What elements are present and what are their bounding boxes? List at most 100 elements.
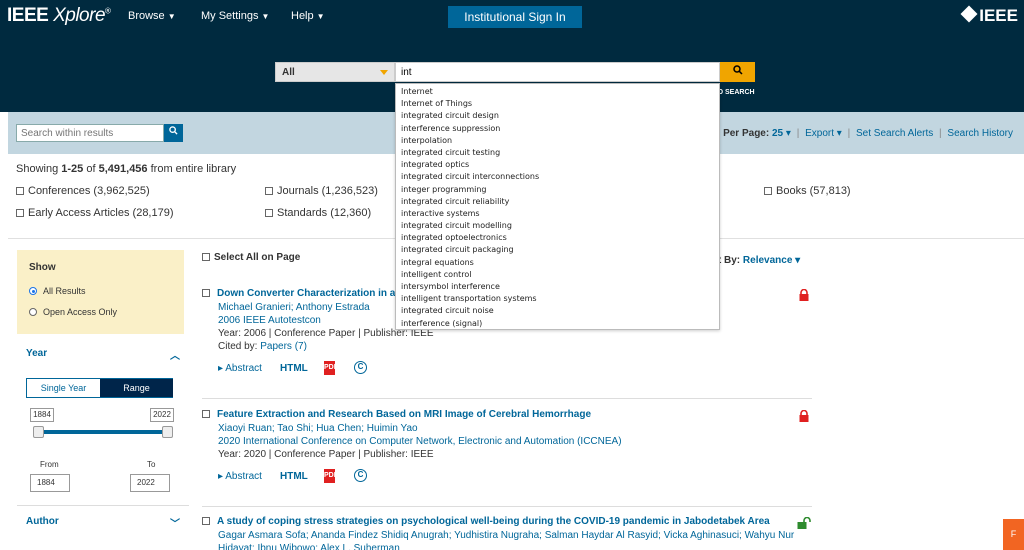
result-title-text[interactable]: Feature Extraction and Research Based on… bbox=[217, 409, 591, 420]
suggestion-item[interactable]: Internet bbox=[396, 86, 719, 98]
slider-max-handle[interactable] bbox=[162, 426, 173, 438]
suggestion-item[interactable]: intersymbol interference bbox=[396, 281, 719, 293]
nav-my-settings[interactable]: My Settings ▼ bbox=[201, 10, 269, 22]
copyright-icon[interactable]: C bbox=[354, 469, 367, 482]
checkbox[interactable] bbox=[202, 253, 210, 261]
institutional-sign-in-button[interactable]: Institutional Sign In bbox=[448, 6, 582, 28]
set-search-alerts-link[interactable]: Set Search Alerts bbox=[856, 128, 933, 139]
checkbox[interactable] bbox=[202, 410, 210, 418]
result-authors[interactable]: Xiaoyi Ruan; Tao Shi; Hua Chen; Huimin Y… bbox=[218, 422, 812, 435]
filter-label: Conferences (3,962,525) bbox=[28, 185, 150, 197]
checkbox[interactable] bbox=[265, 187, 273, 195]
radio-unselected[interactable] bbox=[29, 308, 37, 316]
suggestion-item[interactable]: interpolation bbox=[396, 135, 719, 147]
filter-early-access[interactable]: Early Access Articles (28,179) bbox=[16, 207, 174, 219]
pdf-icon[interactable]: PDF bbox=[324, 469, 338, 483]
nav-help[interactable]: Help ▼ bbox=[291, 10, 325, 22]
ieee-xplore-logo[interactable]: IEEE Xplore® bbox=[7, 5, 111, 27]
toolbar-actions: Per Page: 25 ▾ | Export ▾ | Set Search A… bbox=[723, 128, 1013, 139]
suggestion-item[interactable]: Internet of Things bbox=[396, 98, 719, 110]
suggestion-item[interactable]: interference (signal) bbox=[396, 318, 719, 329]
sort-select[interactable]: Relevance ▾ bbox=[743, 255, 800, 266]
export-button[interactable]: Export ▾ bbox=[805, 128, 842, 139]
pdf-icon[interactable]: PDF bbox=[324, 361, 338, 375]
result-title-text[interactable]: A study of coping stress strategies on p… bbox=[217, 516, 770, 527]
result-venue[interactable]: 2020 International Conference on Compute… bbox=[218, 435, 812, 448]
search-icon bbox=[169, 126, 178, 135]
divider: | bbox=[796, 128, 800, 139]
suggestion-item[interactable]: integrated circuit testing bbox=[396, 147, 719, 159]
year-section-title[interactable]: Year bbox=[26, 348, 47, 359]
advanced-search-link[interactable]: D SEARCH bbox=[718, 89, 755, 96]
abstract-toggle[interactable]: ▸ Abstract bbox=[218, 471, 262, 482]
search-scope-select[interactable]: All bbox=[275, 62, 395, 82]
search-button[interactable] bbox=[720, 62, 755, 82]
author-section-title[interactable]: Author bbox=[26, 516, 59, 527]
radio-all-results[interactable]: All Results bbox=[29, 286, 86, 296]
result-title[interactable]: A study of coping stress strategies on p… bbox=[202, 516, 812, 527]
show-filter-panel: Show All Results Open Access Only bbox=[17, 250, 184, 334]
per-page-value: 25 bbox=[771, 128, 784, 139]
filter-standards[interactable]: Standards (12,360) bbox=[265, 207, 371, 219]
year-from-input[interactable]: 1884 bbox=[30, 474, 70, 492]
result-authors[interactable]: Gagar Asmara Sofa; Ananda Findez Shidiq … bbox=[218, 529, 812, 542]
suggestion-item[interactable]: integral equations bbox=[396, 257, 719, 269]
suggestion-item[interactable]: integrated circuit reliability bbox=[396, 196, 719, 208]
search-within-button[interactable] bbox=[164, 124, 183, 142]
search-within-input[interactable] bbox=[16, 124, 164, 142]
logo-text: IEEE bbox=[7, 5, 49, 26]
single-year-button[interactable]: Single Year bbox=[27, 379, 100, 397]
suggestion-item[interactable]: integrated optoelectronics bbox=[396, 232, 719, 244]
search-input[interactable] bbox=[395, 62, 720, 82]
year-slider-track[interactable] bbox=[38, 430, 168, 434]
abstract-toggle[interactable]: ▸ Abstract bbox=[218, 363, 262, 374]
suggestion-item[interactable]: integrated circuit noise bbox=[396, 305, 719, 317]
feedback-tab[interactable]: F bbox=[1003, 519, 1024, 550]
suggestion-item[interactable]: integrated circuit modelling bbox=[396, 220, 719, 232]
suggestion-item[interactable]: integrated circuit packaging bbox=[396, 244, 719, 256]
search-history-link[interactable]: Search History bbox=[947, 128, 1013, 139]
checkbox[interactable] bbox=[202, 517, 210, 525]
result-authors-cont[interactable]: Hidayat; Ibnu Wibowo; Alex L. Suherman bbox=[218, 542, 812, 550]
year-to-input[interactable]: 2022 bbox=[130, 474, 170, 492]
cited-papers-link[interactable]: Papers (7) bbox=[260, 341, 307, 352]
result-title[interactable]: Feature Extraction and Research Based on… bbox=[202, 409, 812, 420]
suggestion-item[interactable]: intelligent transportation systems bbox=[396, 293, 719, 305]
suggestion-item[interactable]: integrated circuit interconnections bbox=[396, 171, 719, 183]
slider-min-label: 1884 bbox=[30, 408, 54, 422]
checkbox[interactable] bbox=[16, 209, 24, 217]
ieee-brand-logo[interactable]: IEEE bbox=[960, 5, 1018, 26]
range-button[interactable]: Range bbox=[100, 379, 173, 397]
checkbox[interactable] bbox=[16, 187, 24, 195]
html-link[interactable]: HTML bbox=[280, 363, 308, 374]
divider bbox=[202, 506, 812, 507]
radio-selected[interactable] bbox=[29, 287, 37, 295]
suggestion-item[interactable]: integrated optics bbox=[396, 159, 719, 171]
filter-journals[interactable]: Journals (1,236,523) bbox=[265, 185, 378, 197]
suggestion-item[interactable]: interactive systems bbox=[396, 208, 719, 220]
divider: | bbox=[847, 128, 851, 139]
suggestion-item[interactable]: integrated circuit design bbox=[396, 110, 719, 122]
checkbox[interactable] bbox=[764, 187, 772, 195]
result-actions: ▸ Abstract HTML PDF C bbox=[218, 469, 812, 487]
result-title-text[interactable]: Down Converter Characterization in a Sy bbox=[217, 288, 410, 299]
copyright-icon[interactable]: C bbox=[354, 361, 367, 374]
suggestion-item[interactable]: integer programming bbox=[396, 184, 719, 196]
results-range: 1-25 bbox=[61, 163, 84, 175]
select-all-on-page[interactable]: Select All on Page bbox=[202, 252, 300, 263]
checkbox[interactable] bbox=[265, 209, 273, 217]
radio-open-access[interactable]: Open Access Only bbox=[29, 307, 117, 317]
filter-conferences[interactable]: Conferences (3,962,525) bbox=[16, 185, 150, 197]
filter-books[interactable]: Books (57,813) bbox=[764, 185, 851, 197]
suggestion-item[interactable]: interference suppression bbox=[396, 123, 719, 135]
html-link[interactable]: HTML bbox=[280, 471, 308, 482]
chevron-down-icon: ▼ bbox=[261, 12, 270, 21]
year-mode-toggle: Single Year Range bbox=[26, 378, 173, 398]
chevron-down-icon[interactable]: ﹀ bbox=[170, 515, 180, 530]
checkbox[interactable] bbox=[202, 289, 210, 297]
slider-min-handle[interactable] bbox=[33, 426, 44, 438]
chevron-up-icon[interactable]: ︿ bbox=[170, 347, 180, 362]
nav-browse[interactable]: Browse ▼ bbox=[128, 10, 176, 22]
per-page-select[interactable]: 25 ▾ bbox=[772, 128, 791, 139]
suggestion-item[interactable]: intelligent control bbox=[396, 269, 719, 281]
